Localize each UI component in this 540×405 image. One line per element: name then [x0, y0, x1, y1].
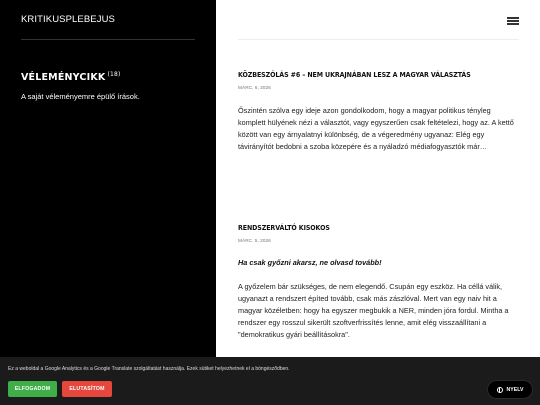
- cookie-banner-text: Ez a weboldal a Google Analytics és a Go…: [8, 366, 290, 372]
- hamburger-menu-icon[interactable]: [507, 15, 520, 25]
- post-item: Közbeszólás #6 – Nem Ukrajnában lesz a m…: [238, 71, 520, 153]
- language-button[interactable]: NYELV: [488, 381, 532, 398]
- sidebar: KRITIKUSPLEBEJUS VÉLEMÉNYCIKK (18) A sajá…: [0, 0, 216, 405]
- post-excerpt: Őszintén szólva egy ideje azon gondolkod…: [238, 106, 514, 151]
- accept-cookies-button[interactable]: ELFOGADOM: [8, 381, 57, 397]
- globe-icon: [496, 386, 503, 393]
- reject-cookies-button[interactable]: ELUTASÍTOM: [62, 381, 112, 397]
- category-description: A saját véleményemre épülő írások.: [21, 92, 140, 101]
- category-title-text: VÉLEMÉNYCIKK: [21, 72, 106, 84]
- post-title[interactable]: Közbeszólás #6 – Nem Ukrajnában lesz a m…: [238, 71, 492, 79]
- post-title[interactable]: Rendszerváltó kisokos: [238, 224, 492, 232]
- category-count: (18): [107, 71, 121, 78]
- post-item: Rendszerváltó kisokos márc. 5, 2026 Ha c…: [238, 224, 520, 341]
- post-lead: Ha csak győzni akarsz, ne olvasd tovább!: [238, 258, 382, 267]
- category-title: VÉLEMÉNYCIKK (18): [21, 71, 121, 83]
- site-title[interactable]: KRITIKUSPLEBEJUS: [21, 14, 115, 25]
- post-date: márc. 5, 2026: [238, 239, 271, 244]
- main-divider: [238, 39, 519, 40]
- cookie-banner: Ez a weboldal a Google Analytics és a Go…: [0, 357, 540, 405]
- sidebar-divider: [21, 39, 195, 40]
- language-label: NYELV: [506, 386, 524, 393]
- post-excerpt: A győzelem bár szükséges, de nem elegend…: [238, 282, 509, 339]
- post-date: márc. 6, 2026: [238, 86, 271, 91]
- main-content: Közbeszólás #6 – Nem Ukrajnában lesz a m…: [216, 0, 540, 405]
